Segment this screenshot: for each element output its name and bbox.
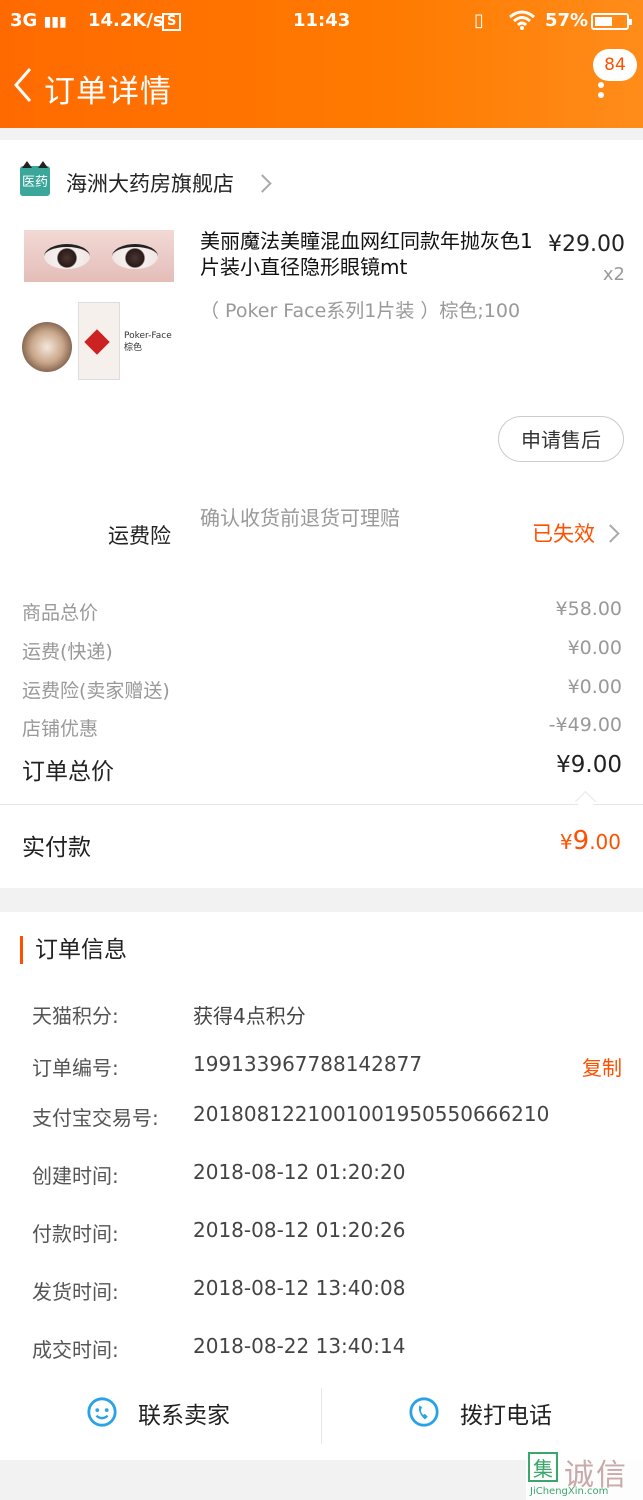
store-row[interactable]: 医药 海洲大药房旗舰店	[0, 160, 643, 204]
insurance-description: 确认收货前退货可理赔	[200, 506, 400, 530]
network-speed: 14.2K/s	[88, 10, 164, 31]
paid-amount: ¥9.00	[559, 826, 621, 856]
status-bar: 3G ▮▮▮ 14.2K/s S 11:43 ▯ 57%	[0, 0, 643, 44]
network-indicator: 3G ▮▮▮	[10, 10, 67, 31]
order-card: 医药 海洲大药房旗舰店 Poker-Face 棕色 美丽魔法美瞳混血网红同款年抛灰…	[0, 140, 643, 888]
product-price: ¥29.00	[548, 232, 625, 257]
store-logo: 医药	[20, 161, 50, 196]
fee-row-discount: 店铺优惠 -¥49.00	[22, 714, 622, 740]
paid-label: 实付款	[22, 835, 91, 861]
insurance-status[interactable]: 已失效	[532, 518, 595, 548]
fee-row-shipping: 运费(快递) ¥0.00	[22, 637, 622, 663]
battery-icon	[591, 13, 632, 30]
product-box	[78, 302, 120, 380]
fee-row-goods: 商品总价 ¥58.00	[22, 598, 622, 624]
order-info-heading: 订单信息	[20, 936, 127, 964]
order-info-card: 订单信息 天猫积分: 获得4点积分 订单编号: 199133967788142877…	[0, 912, 643, 1460]
clock: 11:43	[293, 10, 351, 31]
chat-face-icon	[87, 1397, 117, 1427]
chevron-left-icon[interactable]	[12, 66, 34, 104]
chevron-right-icon	[253, 174, 272, 193]
watermark: 集 诚信 JiChengXin.com	[526, 1450, 643, 1500]
call-label: 拨打电话	[460, 1403, 552, 1429]
product-image[interactable]: Poker-Face 棕色	[20, 230, 176, 380]
eye-photo	[24, 230, 174, 282]
after-sale-button[interactable]: 申请售后	[498, 416, 624, 462]
action-separator	[321, 1388, 322, 1444]
page-title: 订单详情	[44, 74, 172, 110]
insurance-label: 运费险	[108, 524, 171, 548]
contact-seller-label: 联系卖家	[138, 1403, 230, 1429]
app-header: 3G ▮▮▮ 14.2K/s S 11:43 ▯ 57% 订单详情 84	[0, 0, 643, 128]
product-title[interactable]: 美丽魔法美瞳混血网红同款年抛灰色1片装小直径隐形眼镜mt	[200, 228, 535, 280]
watermark-url: JiChengXin.com	[530, 1486, 609, 1497]
product-quantity: x2	[602, 264, 625, 285]
signal-icon: ▮▮▮	[43, 14, 67, 30]
wifi-icon	[508, 10, 536, 35]
eye-left	[44, 244, 90, 269]
product-sku: （ Poker Face系列1片装 ）棕色;100	[200, 300, 521, 322]
s-icon: S	[162, 13, 182, 31]
watermark-logo: 集	[528, 1452, 558, 1482]
message-badge[interactable]: 84	[593, 49, 637, 81]
product-image-label: Poker-Face 棕色	[124, 331, 172, 353]
divider-notch	[574, 790, 597, 813]
copy-button[interactable]: 复制	[582, 1052, 622, 1081]
chevron-right-icon	[601, 524, 620, 543]
fee-row-total: 订单总价 ¥9.00	[22, 752, 622, 785]
divider	[0, 804, 643, 805]
store-name[interactable]: 海洲大药房旗舰店	[66, 168, 234, 198]
contact-lens	[22, 322, 72, 372]
phone-icon	[409, 1397, 439, 1427]
eye-right	[112, 244, 158, 269]
fee-row-insurance: 运费险(卖家赠送) ¥0.00	[22, 676, 622, 702]
vibrate-icon: ▯	[474, 10, 484, 31]
battery-percent: 57%	[545, 10, 589, 31]
